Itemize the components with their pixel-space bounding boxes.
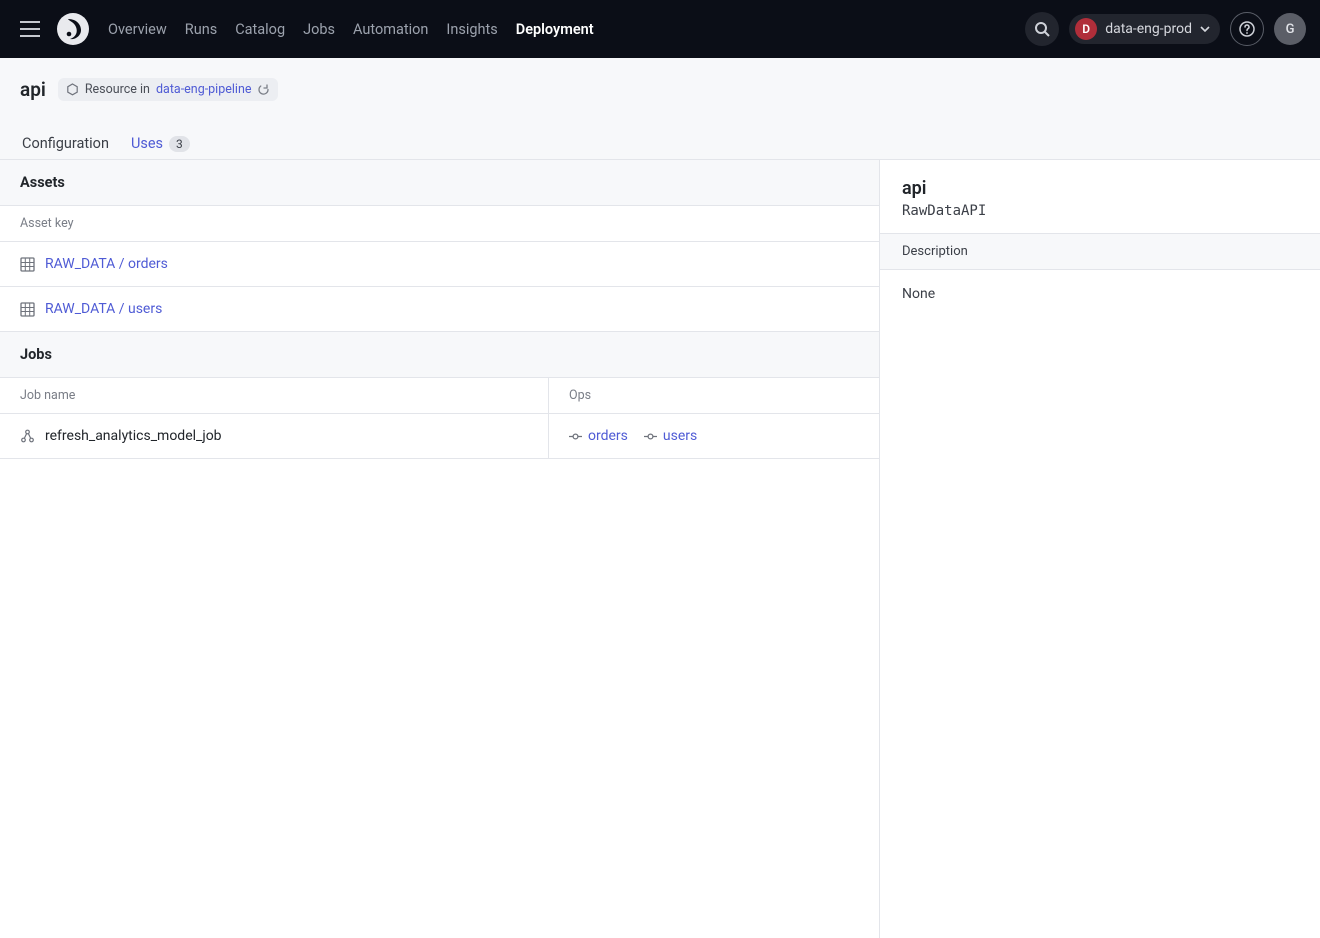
detail-header: api RawDataAPI (880, 160, 1320, 234)
logo-icon (56, 12, 90, 46)
asset-row: RAW_DATA / users (0, 287, 879, 332)
left-panel: Assets Asset key RAW_DATA / orders RAW_D… (0, 160, 880, 938)
asset-link[interactable]: RAW_DATA / users (45, 301, 162, 317)
chip-link[interactable]: data-eng-pipeline (156, 82, 252, 97)
col-ops: Ops (548, 378, 879, 413)
resource-chip: Resource in data-eng-pipeline (58, 78, 279, 101)
assets-col-header: Asset key (0, 206, 879, 242)
hamburger-icon (20, 21, 40, 37)
op-link[interactable]: users (644, 428, 697, 444)
search-button[interactable] (1025, 12, 1059, 46)
environment-selector[interactable]: D data-eng-prod (1069, 14, 1220, 44)
tab-count: 3 (169, 136, 190, 152)
nav-insights[interactable]: Insights (446, 21, 497, 38)
asset-row: RAW_DATA / orders (0, 242, 879, 287)
subheader: api Resource in data-eng-pipeline Config… (0, 58, 1320, 160)
asset-link[interactable]: RAW_DATA / orders (45, 256, 168, 272)
detail-subtitle: RawDataAPI (902, 203, 1298, 219)
job-row: refresh_analytics_model_job orders users (0, 414, 879, 459)
environment-name: data-eng-prod (1105, 21, 1192, 37)
assets-header: Assets (0, 160, 879, 206)
chevron-down-icon (1200, 26, 1210, 32)
detail-description: None (880, 270, 1320, 318)
refresh-button[interactable] (257, 83, 270, 96)
logo[interactable] (56, 12, 90, 46)
op-label: orders (588, 428, 628, 444)
content: Assets Asset key RAW_DATA / orders RAW_D… (0, 160, 1320, 938)
table-icon (20, 257, 35, 272)
nav-catalog[interactable]: Catalog (235, 21, 285, 38)
resource-icon (66, 83, 79, 96)
job-icon (20, 429, 35, 444)
top-nav: Overview Runs Catalog Jobs Automation In… (0, 0, 1320, 58)
jobs-header: Jobs (0, 332, 879, 378)
op-label: users (663, 428, 697, 444)
nav-deployment[interactable]: Deployment (516, 21, 594, 38)
detail-title: api (902, 178, 1298, 199)
jobs-col-header: Job name Ops (0, 378, 879, 414)
nav-links: Overview Runs Catalog Jobs Automation In… (108, 21, 594, 38)
nav-overview[interactable]: Overview (108, 21, 167, 38)
menu-button[interactable] (14, 13, 46, 45)
search-icon (1034, 21, 1050, 37)
col-job-name: Job name (0, 378, 548, 413)
nav-runs[interactable]: Runs (185, 21, 217, 38)
nav-automation[interactable]: Automation (353, 21, 428, 38)
job-link[interactable]: refresh_analytics_model_job (45, 428, 222, 444)
op-link[interactable]: orders (569, 428, 628, 444)
table-icon (20, 302, 35, 317)
col-asset-key: Asset key (0, 206, 94, 241)
environment-badge: D (1075, 18, 1097, 40)
help-button[interactable] (1230, 12, 1264, 46)
nav-jobs[interactable]: Jobs (303, 21, 335, 38)
detail-panel: api RawDataAPI Description None (880, 160, 1320, 938)
page-title: api (20, 78, 46, 101)
op-icon (569, 432, 582, 441)
detail-section-label: Description (880, 234, 1320, 270)
op-icon (644, 432, 657, 441)
refresh-icon (257, 83, 270, 96)
tab-label: Configuration (22, 135, 109, 152)
tab-label: Uses (131, 135, 163, 152)
chip-prefix: Resource in (85, 82, 150, 97)
user-avatar[interactable]: G (1274, 13, 1306, 45)
help-icon (1239, 21, 1255, 37)
